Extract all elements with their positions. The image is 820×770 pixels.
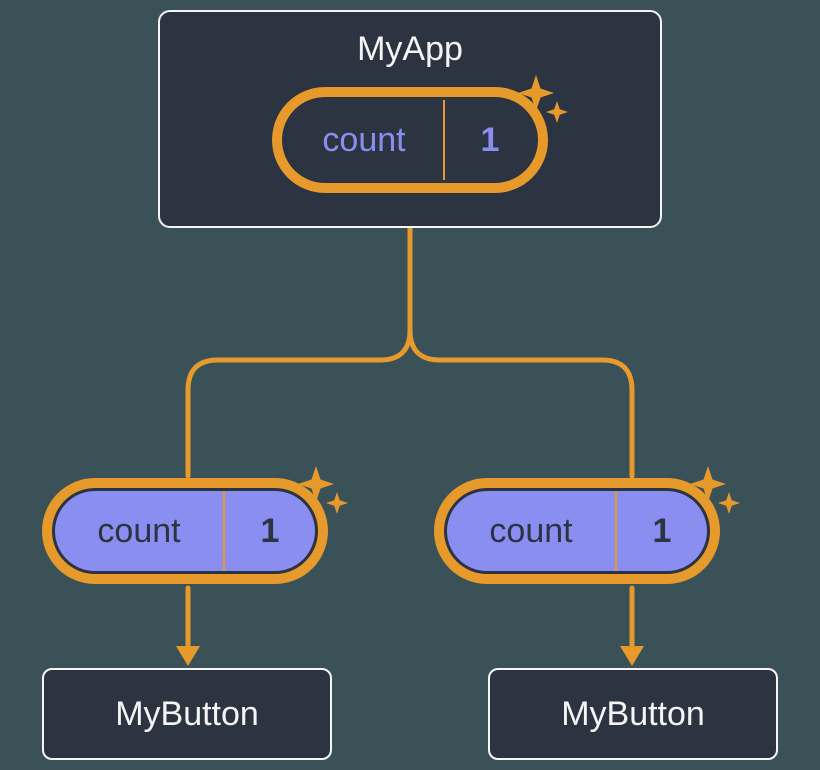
state-label: count (55, 491, 225, 571)
diagram-canvas: MyApp count 1 count 1 (0, 0, 820, 770)
state-label: count (285, 100, 445, 180)
child-component-title: MyButton (115, 695, 259, 734)
child-state-pill-right: count 1 (434, 478, 720, 584)
parent-component-box: MyApp count 1 (158, 10, 662, 228)
sparkle-icon (684, 464, 744, 524)
child-component-box-right: MyButton (488, 668, 778, 760)
state-label: count (447, 491, 617, 571)
sparkle-icon (292, 464, 352, 524)
child-component-title: MyButton (561, 695, 705, 734)
sparkle-icon (512, 73, 572, 133)
parent-component-title: MyApp (357, 30, 463, 69)
child-state-pill-left: count 1 (42, 478, 328, 584)
parent-state-pill: count 1 (272, 87, 548, 193)
child-component-box-left: MyButton (42, 668, 332, 760)
